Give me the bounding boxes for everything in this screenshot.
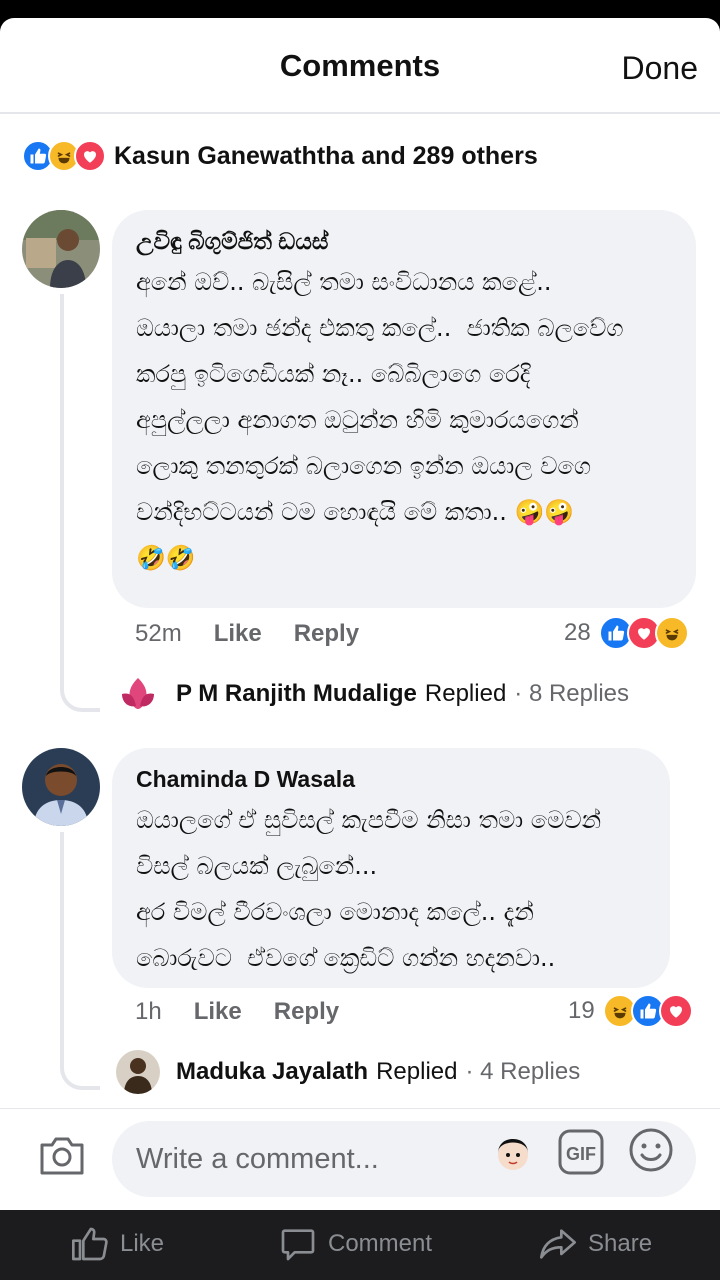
done-button[interactable]: Done xyxy=(622,50,699,87)
thumbs-up-icon xyxy=(72,1227,108,1261)
page-title: Comments xyxy=(279,48,441,83)
thread-line xyxy=(60,832,100,1090)
reply-button[interactable]: Reply xyxy=(274,998,339,1026)
comment-tab[interactable]: Comment xyxy=(278,1224,432,1264)
love-reaction-icon xyxy=(658,994,693,1028)
comment-input-placeholder: Write a comment... xyxy=(136,1142,379,1175)
comment-input[interactable]: Write a comment... xyxy=(112,1121,696,1197)
like-button[interactable]: Like xyxy=(214,620,262,648)
comment-reaction-count[interactable]: 19 xyxy=(568,994,693,1028)
replied-label: Replied xyxy=(376,1058,458,1085)
comment-time: 52m xyxy=(135,620,182,647)
comment-actions: 1h Like Reply xyxy=(135,998,371,1026)
comment-text: ඔයාලගේ ඒ සුවිසල් කැපවීම නිසා තමා මෙවන් ව… xyxy=(136,806,602,972)
reply-author: P M Ranjith Mudalige xyxy=(176,680,417,707)
comment-time: 1h xyxy=(135,998,162,1025)
speech-bubble-icon xyxy=(281,1229,315,1261)
avatar[interactable] xyxy=(22,210,100,288)
like-tab-label: Like xyxy=(120,1230,165,1257)
comment-composer: Write a comment... GIF xyxy=(0,1108,720,1210)
comment-bubble[interactable]: උවිඳු බිගුම්ජිත් ඩයස් අනේ ඔව්.. බැසිල් ත… xyxy=(112,210,696,608)
haha-reaction-icon xyxy=(654,616,689,650)
comments-sheet: Comments Done Kasun Ganewaththa and 289 … xyxy=(0,18,720,1210)
comments-header: Comments Done xyxy=(0,18,720,114)
reply-button[interactable]: Reply xyxy=(294,620,359,648)
comment-text: අනේ ඔව්.. බැසිල් තමා සංවිධානය කළේ.. ඔයාල… xyxy=(136,268,624,572)
replied-label: Replied xyxy=(424,680,507,707)
reply-author: Maduka Jayalath xyxy=(176,1058,369,1085)
reactions-summary-text: Kasun Ganewaththa and 289 others xyxy=(114,141,538,170)
reaction-count: 19 xyxy=(568,997,595,1024)
comment-author[interactable]: උවිඳු බිගුම්ජිත් ඩයස් xyxy=(136,228,672,255)
emoji-icon[interactable] xyxy=(628,1127,674,1178)
share-tab[interactable]: Share xyxy=(538,1224,652,1264)
comment-tab-label: Comment xyxy=(328,1230,433,1257)
avatar[interactable] xyxy=(22,748,100,826)
post-action-bar: Like Comment Share xyxy=(0,1210,720,1280)
comment-bubble[interactable]: Chaminda D Wasala ඔයාලගේ ඒ සුවිසල් කැපවී… xyxy=(112,748,670,988)
share-tab-label: Share xyxy=(588,1230,653,1257)
thread-line xyxy=(60,294,100,712)
view-replies-link[interactable]: Maduka Jayalath Replied · 4 Replies xyxy=(116,1050,580,1094)
camera-icon[interactable] xyxy=(38,1133,86,1182)
gif-icon[interactable]: GIF xyxy=(558,1129,604,1180)
avatar-sticker-icon[interactable] xyxy=(490,1129,536,1180)
reply-count: · 4 Replies xyxy=(465,1058,581,1085)
comment-reaction-count[interactable]: 28 xyxy=(564,616,689,650)
like-tab[interactable]: Like xyxy=(70,1224,164,1264)
comment-actions: 52m Like Reply xyxy=(135,620,391,648)
view-replies-link[interactable]: P M Ranjith Mudalige Replied · 8 Replies xyxy=(116,672,629,716)
like-button[interactable]: Like xyxy=(194,998,242,1026)
avatar xyxy=(116,672,160,716)
reaction-count: 28 xyxy=(564,619,591,646)
reply-count: · 8 Replies xyxy=(514,680,630,707)
love-reaction-icon xyxy=(74,140,106,172)
comment-author[interactable]: Chaminda D Wasala xyxy=(136,766,646,793)
avatar xyxy=(116,1050,160,1094)
reactions-summary[interactable]: Kasun Ganewaththa and 289 others xyxy=(22,138,538,174)
gif-label: GIF xyxy=(566,1144,596,1164)
share-arrow-icon xyxy=(540,1229,576,1259)
